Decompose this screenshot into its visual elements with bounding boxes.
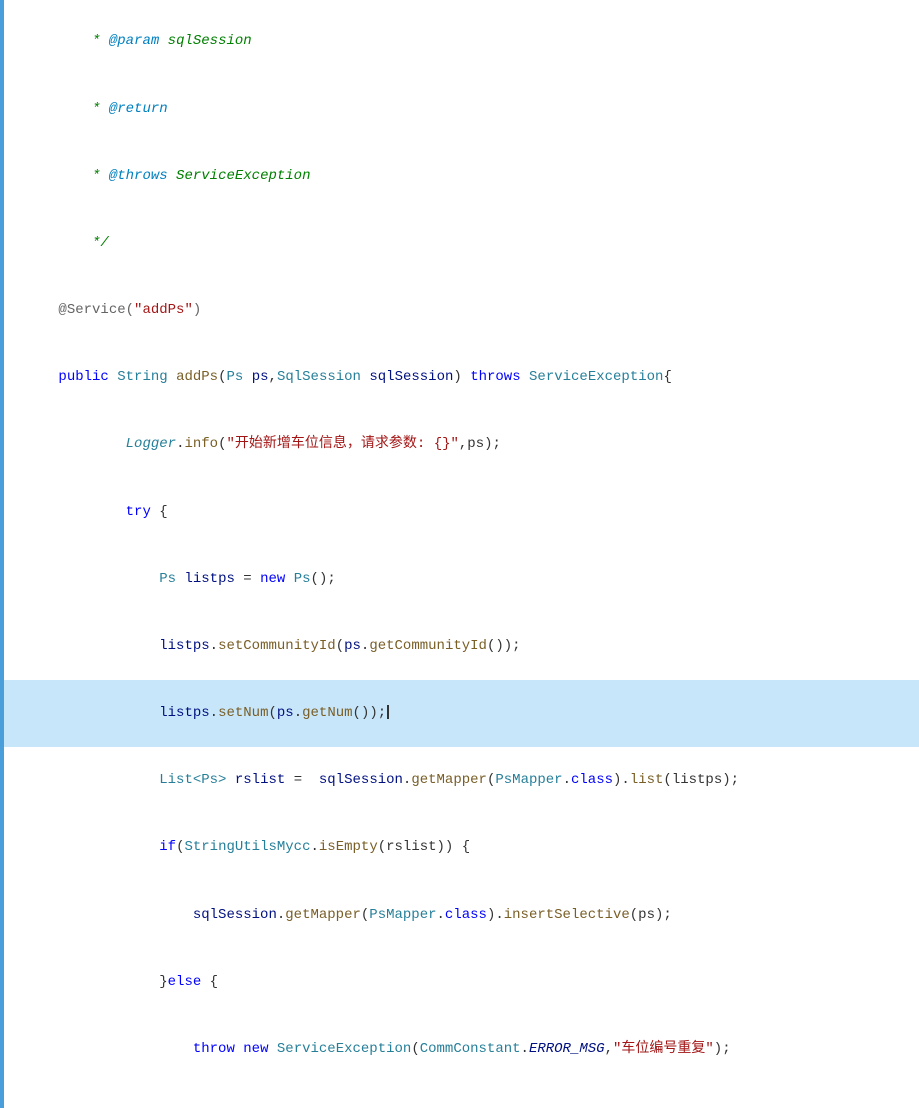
cursor (387, 705, 389, 719)
code-editor: * @param sqlSession * @return * @throws … (0, 0, 919, 1108)
code-line: }else { (0, 948, 919, 1015)
left-accent-bar (0, 0, 4, 1108)
code-line: Ps listps = new Ps(); (0, 545, 919, 612)
code-line: public String addPs(Ps ps,SqlSession sql… (0, 344, 919, 411)
code-line: throw new ServiceException(CommConstant.… (0, 1016, 919, 1083)
code-line: * @throws ServiceException (0, 142, 919, 209)
code-line: List<Ps> rslist = sqlSession.getMapper(P… (0, 747, 919, 814)
code-line: */ (0, 210, 919, 277)
code-line-highlighted: listps.setNum(ps.getNum()); (0, 680, 919, 747)
code-line: listps.setCommunityId(ps.getCommunityId(… (0, 613, 919, 680)
code-line: * @return (0, 75, 919, 142)
code-line: @Service("addPs") (0, 277, 919, 344)
code-line: sqlSession.getMapper(PsMapper.class).ins… (0, 881, 919, 948)
code-line: } (0, 1083, 919, 1108)
code-line: try { (0, 478, 919, 545)
code-line: Logger.info("开始新增车位信息，请求参数: {}",ps); (0, 411, 919, 478)
code-line: if(StringUtilsMycc.isEmpty(rslist)) { (0, 814, 919, 881)
code-line: * @param sqlSession (0, 8, 919, 75)
